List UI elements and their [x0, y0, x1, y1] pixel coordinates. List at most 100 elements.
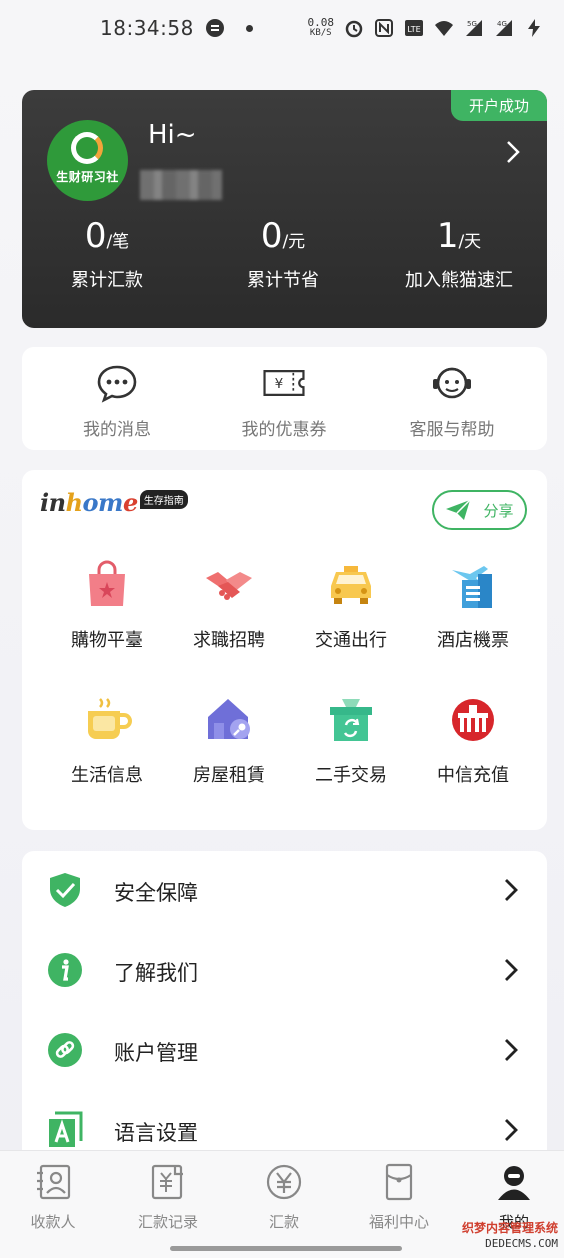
wifi-icon [434, 18, 454, 38]
yen-icon [266, 1164, 302, 1200]
menu-item-about[interactable]: 了解我们 [22, 931, 547, 1011]
quick-label: 我的优惠券 [241, 420, 327, 440]
shopping-bag-icon [89, 560, 125, 606]
nav-item-records[interactable]: 汇款记录 [118, 1163, 218, 1232]
menu-item-language[interactable]: 语言设置 [22, 1091, 547, 1151]
inhome-tag: 生存指南 [139, 490, 188, 509]
stat-value: 0 [84, 216, 107, 256]
chevron-right-icon[interactable] [503, 138, 523, 166]
house-key-icon [208, 699, 250, 739]
stat-label: 累计节省 [247, 270, 319, 291]
coffee-cup-icon [88, 698, 132, 739]
svg-text:5G: 5G [467, 20, 477, 28]
svg-text:LTE: LTE [407, 25, 420, 34]
service-life-info[interactable]: 生活信息 [47, 695, 167, 787]
menu-item-account[interactable]: 账户管理 [22, 1011, 547, 1091]
service-shopping[interactable]: 購物平臺 [47, 560, 167, 652]
account-open-badge: 开户成功 [451, 90, 547, 121]
menu-label: 了解我们 [114, 961, 198, 985]
nav-item-remit[interactable]: 汇款 [234, 1163, 334, 1232]
stat-value: 1 [436, 216, 459, 256]
envelope-icon [385, 1163, 413, 1201]
signal-5g-icon: 5G [464, 18, 484, 38]
chevron-right-icon [505, 879, 518, 901]
service-label: 求職招聘 [193, 630, 265, 651]
status-bar: 18:34:58 0.08 KB/S LTE 5G 4G [0, 0, 564, 56]
network-speed-unit: KB/S [309, 28, 332, 38]
inhome-services-card: inhome 生存指南 分享 購物平臺 求職招聘 交通出行 酒店機票 生活信息 … [22, 470, 547, 830]
menu-item-security[interactable]: 安全保障 [22, 851, 547, 931]
account-card[interactable]: 开户成功 生财研习社 Hi~ 0/笔 累计汇款 0/元 累计节省 1/天 加入熊… [22, 90, 547, 328]
service-label: 交通出行 [315, 630, 387, 651]
logo-part: in [40, 488, 66, 517]
status-icons: 0.08 KB/S LTE 5G 4G [307, 16, 545, 38]
handshake-icon [206, 572, 252, 600]
message-notification-icon [205, 19, 224, 37]
chevron-right-icon [505, 959, 518, 981]
stat-value: 0 [260, 216, 283, 256]
logo-part: e [122, 488, 138, 517]
service-second-hand[interactable]: 二手交易 [291, 695, 411, 787]
nav-label: 汇款记录 [137, 1213, 198, 1231]
inhome-logo: inhome 生存指南 [40, 488, 188, 517]
share-button[interactable]: 分享 [432, 490, 527, 530]
stat-label: 累计汇款 [71, 270, 143, 291]
volte-icon: LTE [404, 18, 424, 38]
service-hotel-flights[interactable]: 酒店機票 [413, 560, 533, 652]
service-label: 房屋租賃 [193, 765, 265, 786]
charging-icon [524, 18, 544, 38]
avatar[interactable]: 生财研习社 [47, 120, 128, 201]
contact-card-icon [37, 1164, 71, 1200]
service-citic-topup[interactable]: 中信充值 [413, 695, 533, 787]
link-icon [48, 1033, 82, 1067]
message-icon [97, 365, 137, 403]
nav-item-payees[interactable]: 收款人 [3, 1163, 103, 1232]
logo-part: om [82, 488, 124, 517]
inhome-wordmark: inhome [40, 488, 138, 517]
svg-text:¥: ¥ [275, 376, 284, 392]
my-coupons-button[interactable]: ¥ 我的优惠券 [204, 363, 364, 440]
watermark-line1: 织梦内容管理系统 [461, 1221, 558, 1235]
network-speed: 0.08 KB/S [307, 16, 335, 38]
quick-actions: 我的消息 ¥ 我的优惠券 客服与帮助 [22, 347, 547, 450]
service-rental[interactable]: 房屋租賃 [169, 695, 289, 787]
greeting: Hi~ [148, 120, 197, 150]
svg-text:4G: 4G [497, 20, 507, 28]
nav-label: 收款人 [30, 1213, 76, 1231]
paper-plane-icon [446, 499, 472, 520]
notification-dot-icon [245, 24, 253, 32]
menu-label: 语言设置 [114, 1121, 198, 1145]
service-label: 生活信息 [71, 765, 143, 786]
menu-label: 安全保障 [114, 881, 198, 905]
settings-menu: 安全保障 了解我们 账户管理 语言设置 [22, 851, 547, 1151]
watermark-line2: DEDECMS.COM [485, 1237, 558, 1250]
record-icon [151, 1164, 183, 1200]
stat-days-joined: 1/天 加入熊猫速汇 [374, 216, 544, 292]
stat-total-remittances: 0/笔 累计汇款 [22, 216, 192, 292]
service-label: 酒店機票 [437, 630, 509, 651]
signal-4g-icon: 4G [494, 18, 514, 38]
status-time: 18:34:58 [100, 16, 194, 40]
customer-service-button[interactable]: 客服与帮助 [372, 363, 532, 440]
shield-check-icon [50, 873, 80, 907]
masked-username [140, 170, 222, 200]
coupon-icon: ¥ [263, 370, 305, 396]
my-messages-button[interactable]: 我的消息 [37, 363, 197, 440]
service-jobs[interactable]: 求職招聘 [169, 560, 289, 652]
customer-service-icon [433, 367, 471, 399]
home-indicator[interactable] [170, 1246, 402, 1251]
stat-unit: /笔 [106, 232, 130, 252]
logo-part: h [65, 488, 83, 517]
share-label: 分享 [483, 501, 514, 520]
chevron-right-icon [505, 1039, 518, 1061]
stat-unit: /天 [458, 232, 482, 252]
watermark: 织梦内容管理系统 DEDECMS.COM [388, 1220, 558, 1256]
stat-unit: /元 [282, 232, 306, 252]
avatar-logo-icon [71, 132, 103, 164]
network-speed-value: 0.08 [307, 16, 335, 29]
service-transport[interactable]: 交通出行 [291, 560, 411, 652]
stat-label: 加入熊猫速汇 [405, 270, 513, 291]
service-label: 中信充值 [437, 765, 509, 786]
recycle-box-icon [330, 699, 372, 741]
stat-total-savings: 0/元 累计节省 [198, 216, 368, 292]
